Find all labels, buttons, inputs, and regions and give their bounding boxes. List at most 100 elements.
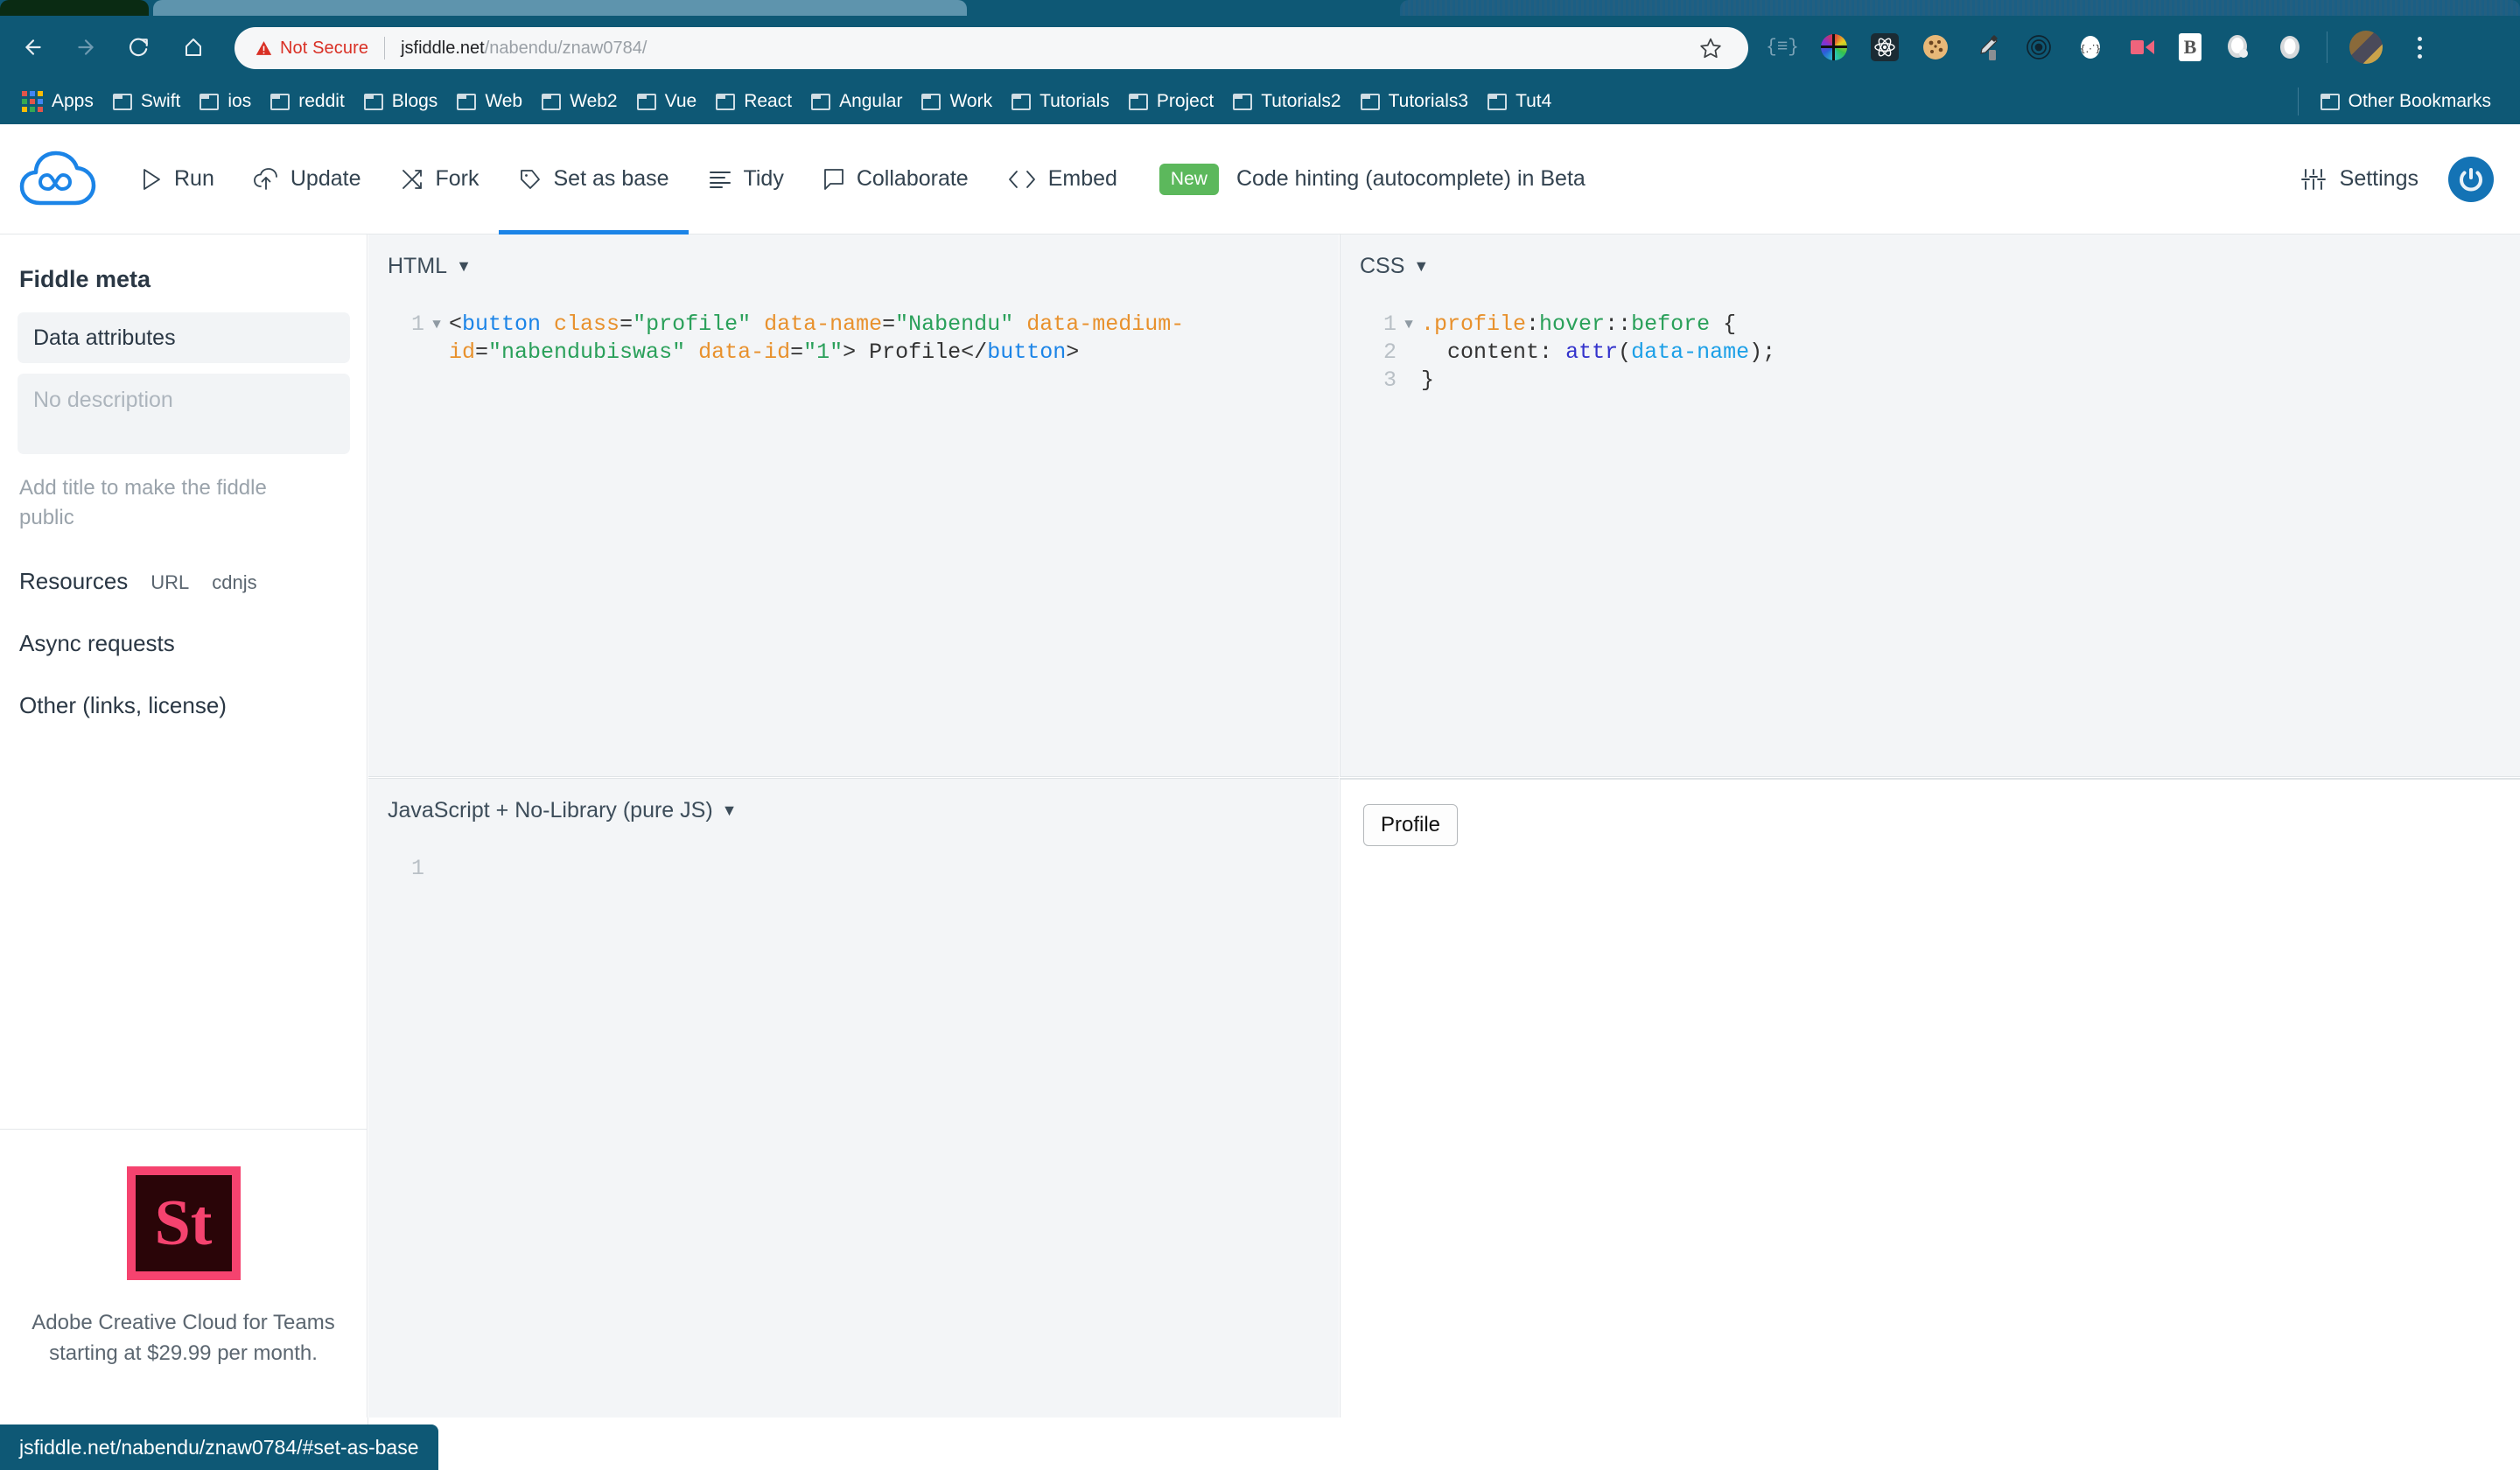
resources-url-link[interactable]: URL: [150, 571, 189, 594]
jsfiddle-cloud-logo[interactable]: [19, 145, 96, 214]
bitwarden-icon[interactable]: B: [2179, 33, 2202, 61]
vortex-icon[interactable]: [2024, 32, 2054, 62]
reload-icon[interactable]: [122, 32, 154, 63]
browser-tab[interactable]: [0, 0, 149, 16]
folder-icon: [2320, 93, 2340, 110]
other-links-license-title[interactable]: Other (links, license): [19, 692, 227, 719]
browser-tab-strip[interactable]: [0, 0, 2520, 16]
wappalyzer-icon[interactable]: {⋰}: [2076, 32, 2105, 62]
react-devtools-icon[interactable]: [1871, 33, 1899, 61]
folder-icon: [921, 93, 942, 110]
html-panel-title: HTML: [388, 254, 448, 278]
browser-menu-icon[interactable]: [2404, 32, 2434, 62]
advertisement[interactable]: St Adobe Creative Cloud for Teams starti…: [0, 1129, 368, 1418]
chevron-down-icon[interactable]: ▼: [1413, 257, 1429, 276]
bookmark-project[interactable]: Project: [1119, 84, 1223, 119]
bookmark-label: Apps: [52, 91, 94, 111]
bookmark-web2[interactable]: Web2: [532, 84, 626, 119]
lines-icon: [709, 171, 731, 188]
fiddle-title-input[interactable]: [18, 312, 350, 363]
folder-icon: [716, 93, 736, 110]
tag-icon: [520, 169, 540, 189]
profile-avatar[interactable]: [2349, 31, 2383, 64]
json-formatter-icon[interactable]: {≡}: [1766, 32, 1799, 62]
html-code-text[interactable]: <button class="profile" data-name="Naben…: [449, 311, 1201, 367]
css-code-text[interactable]: .profile:hover::before { content: attr(d…: [1421, 311, 1775, 395]
set-as-base-button[interactable]: Set as base: [498, 124, 689, 234]
fiddle-description-input[interactable]: [18, 374, 350, 454]
settings-button[interactable]: Settings: [2300, 166, 2418, 192]
address-bar[interactable]: Not Secure jsfiddle.net/nabendu/znaw0784…: [234, 27, 1748, 69]
code-brackets-icon: [1008, 170, 1035, 188]
html-code-area[interactable]: 1 ▼ <button class="profile" data-name="N…: [368, 311, 1339, 367]
html-editor-panel[interactable]: HTML ▼ 1 ▼ <button class="profile" data-…: [368, 234, 1339, 777]
bookmark-tutorials3[interactable]: Tutorials3: [1351, 84, 1478, 119]
css-code-area[interactable]: 1 2 3 ▼ .profile:hover::before { content…: [1340, 311, 2520, 395]
css-panel-header[interactable]: CSS ▼: [1340, 234, 2520, 279]
onepassword-icon[interactable]: [2223, 32, 2253, 62]
fold-toggle-icon[interactable]: ▼: [1396, 311, 1421, 395]
bookmark-vue[interactable]: Vue: [627, 84, 707, 119]
update-button[interactable]: Update: [234, 124, 381, 234]
bookmark-label: Tutorials: [1040, 91, 1110, 111]
home-icon[interactable]: [178, 32, 209, 63]
bookmark-label: Swift: [140, 91, 181, 111]
javascript-code-area[interactable]: 1: [368, 855, 1339, 883]
bookmark-reddit[interactable]: reddit: [261, 84, 354, 119]
resources-cdnjs-link[interactable]: cdnjs: [212, 571, 256, 594]
chevron-down-icon[interactable]: ▼: [722, 802, 738, 820]
run-button[interactable]: Run: [121, 124, 234, 234]
css-editor-panel[interactable]: CSS ▼ 1 2 3 ▼ .profile:hover::before { c…: [1340, 234, 2520, 777]
security-indicator[interactable]: Not Secure: [256, 38, 368, 59]
power-icon: [2460, 167, 2482, 192]
fold-toggle-icon[interactable]: ▼: [424, 311, 449, 367]
bookmark-apps[interactable]: Apps: [12, 84, 103, 119]
announcement-text[interactable]: Code hinting (autocomplete) in Beta: [1236, 166, 1586, 192]
profile-button[interactable]: Profile: [1363, 804, 1459, 846]
collaborate-button[interactable]: Collaborate: [803, 124, 988, 234]
bookmark-angular[interactable]: Angular: [802, 84, 912, 119]
url-text[interactable]: jsfiddle.net/nabendu/znaw0784/: [401, 38, 647, 59]
ad-line-2: starting at $29.99 per month.: [49, 1340, 318, 1365]
bookmark-label: Work: [949, 91, 993, 111]
back-arrow-icon[interactable]: [18, 32, 49, 63]
bookmark-star-icon[interactable]: [1699, 37, 1722, 60]
bookmark-ios[interactable]: ios: [190, 84, 261, 119]
bookmark-work[interactable]: Work: [912, 84, 1002, 119]
bookmark-tutorials[interactable]: Tutorials: [1002, 84, 1119, 119]
embed-button[interactable]: Embed: [988, 124, 1137, 234]
eyedropper-icon[interactable]: [1972, 32, 2002, 62]
resources-title[interactable]: Resources: [19, 568, 128, 595]
bookmark-tut4[interactable]: Tut4: [1478, 84, 1561, 119]
async-requests-title[interactable]: Async requests: [19, 630, 175, 657]
folder-icon: [1360, 93, 1380, 110]
sliders-icon: [2300, 168, 2326, 190]
bookmark-other-bookmarks[interactable]: Other Bookmarks: [2311, 84, 2501, 119]
bookmark-blogs[interactable]: Blogs: [354, 84, 448, 119]
cookie-editor-icon[interactable]: [1921, 32, 1950, 62]
fork-button[interactable]: Fork: [381, 124, 499, 234]
other-bookmarks-area: Other Bookmarks: [2297, 84, 2520, 119]
bookmark-tutorials2[interactable]: Tutorials2: [1223, 84, 1350, 119]
color-picker-icon[interactable]: [1819, 32, 1849, 62]
tidy-button[interactable]: Tidy: [689, 124, 803, 234]
update-label: Update: [290, 166, 361, 191]
javascript-editor-panel[interactable]: JavaScript + No-Library (pure JS) ▼ 1: [368, 778, 1339, 1418]
lastpass-icon[interactable]: [2275, 32, 2305, 62]
folder-icon: [1012, 93, 1032, 110]
app-header: Run Update Fork Set as base Tidy Collabo…: [0, 124, 2520, 234]
video-recorder-icon[interactable]: [2127, 32, 2157, 62]
forward-arrow-icon[interactable]: [70, 32, 102, 63]
bookmark-web[interactable]: Web: [447, 84, 532, 119]
user-avatar-power-icon[interactable]: [2448, 156, 2494, 202]
bookmark-label: Vue: [664, 91, 697, 111]
bookmark-react[interactable]: React: [706, 84, 802, 119]
folder-icon: [270, 93, 290, 110]
html-panel-header[interactable]: HTML ▼: [368, 234, 1339, 279]
bookmark-swift[interactable]: Swift: [103, 84, 191, 119]
browser-tab-active[interactable]: [153, 0, 967, 16]
adobe-stock-logo-text: St: [154, 1187, 213, 1259]
javascript-panel-header[interactable]: JavaScript + No-Library (pure JS) ▼: [368, 779, 1339, 823]
browser-tab[interactable]: [1400, 0, 2520, 16]
chevron-down-icon[interactable]: ▼: [456, 257, 472, 276]
